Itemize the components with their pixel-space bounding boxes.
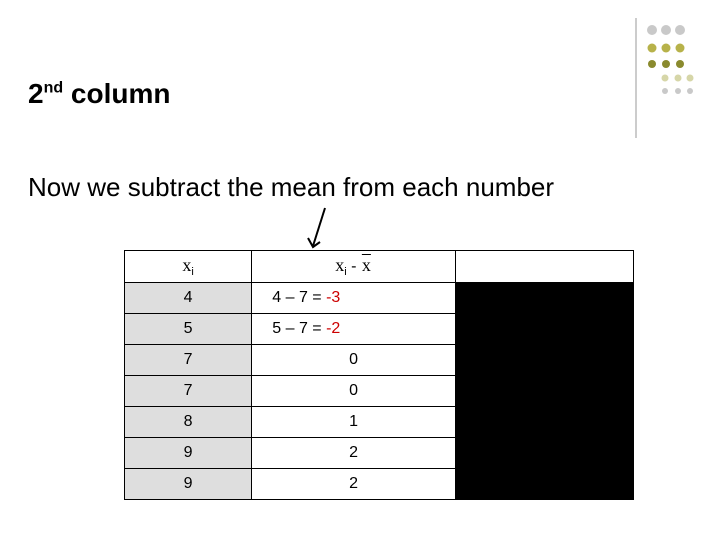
equation-lhs: 4 – 7 = bbox=[272, 289, 326, 306]
title-suffix: column bbox=[63, 78, 170, 109]
data-table: xi xi - x 44 – 7 = -355 – 7 = -270708192… bbox=[124, 250, 634, 500]
corner-decoration-icon bbox=[566, 18, 696, 138]
header-empty bbox=[455, 251, 633, 283]
cell-blank bbox=[455, 283, 633, 314]
cell-blank bbox=[455, 407, 633, 438]
cell-deviation: 0 bbox=[252, 345, 456, 376]
cell-deviation: 2 bbox=[252, 438, 456, 469]
cell-xi: 9 bbox=[125, 438, 252, 469]
cell-deviation: 0 bbox=[252, 376, 456, 407]
pointer-arrow-icon bbox=[305, 206, 335, 251]
cell-blank bbox=[455, 469, 633, 500]
table-row: 44 – 7 = -3 bbox=[125, 283, 634, 314]
header-xi-sub: i bbox=[191, 266, 193, 278]
title-prefix: 2 bbox=[28, 78, 44, 109]
cell-xi: 8 bbox=[125, 407, 252, 438]
cell-deviation: 4 – 7 = -3 bbox=[252, 283, 456, 314]
cell-deviation: 5 – 7 = -2 bbox=[252, 314, 456, 345]
cell-xi: 4 bbox=[125, 283, 252, 314]
header-xi-minus-xbar: xi - x bbox=[252, 251, 456, 283]
equation-result: -2 bbox=[326, 320, 340, 337]
header-c2-x: x bbox=[335, 255, 344, 275]
page-title: 2nd column bbox=[28, 78, 170, 110]
cell-blank bbox=[455, 376, 633, 407]
table-row: 70 bbox=[125, 345, 634, 376]
cell-deviation: 1 bbox=[252, 407, 456, 438]
page-subtitle: Now we subtract the mean from each numbe… bbox=[28, 172, 554, 203]
cell-xi: 5 bbox=[125, 314, 252, 345]
table-row: 81 bbox=[125, 407, 634, 438]
cell-blank bbox=[455, 314, 633, 345]
cell-xi: 7 bbox=[125, 376, 252, 407]
cell-xi: 9 bbox=[125, 469, 252, 500]
table-row: 70 bbox=[125, 376, 634, 407]
header-xi: xi bbox=[125, 251, 252, 283]
header-c2-xbar: x bbox=[361, 255, 372, 276]
equation-lhs: 5 – 7 = bbox=[272, 320, 326, 337]
cell-blank bbox=[455, 345, 633, 376]
title-superscript: nd bbox=[44, 80, 64, 97]
table-row: 92 bbox=[125, 438, 634, 469]
table-row: 55 – 7 = -2 bbox=[125, 314, 634, 345]
cell-xi: 7 bbox=[125, 345, 252, 376]
table-header-row: xi xi - x bbox=[125, 251, 634, 283]
table-row: 92 bbox=[125, 469, 634, 500]
cell-blank bbox=[455, 438, 633, 469]
header-c2-sep: - bbox=[347, 258, 361, 275]
equation-result: -3 bbox=[326, 289, 340, 306]
cell-deviation: 2 bbox=[252, 469, 456, 500]
